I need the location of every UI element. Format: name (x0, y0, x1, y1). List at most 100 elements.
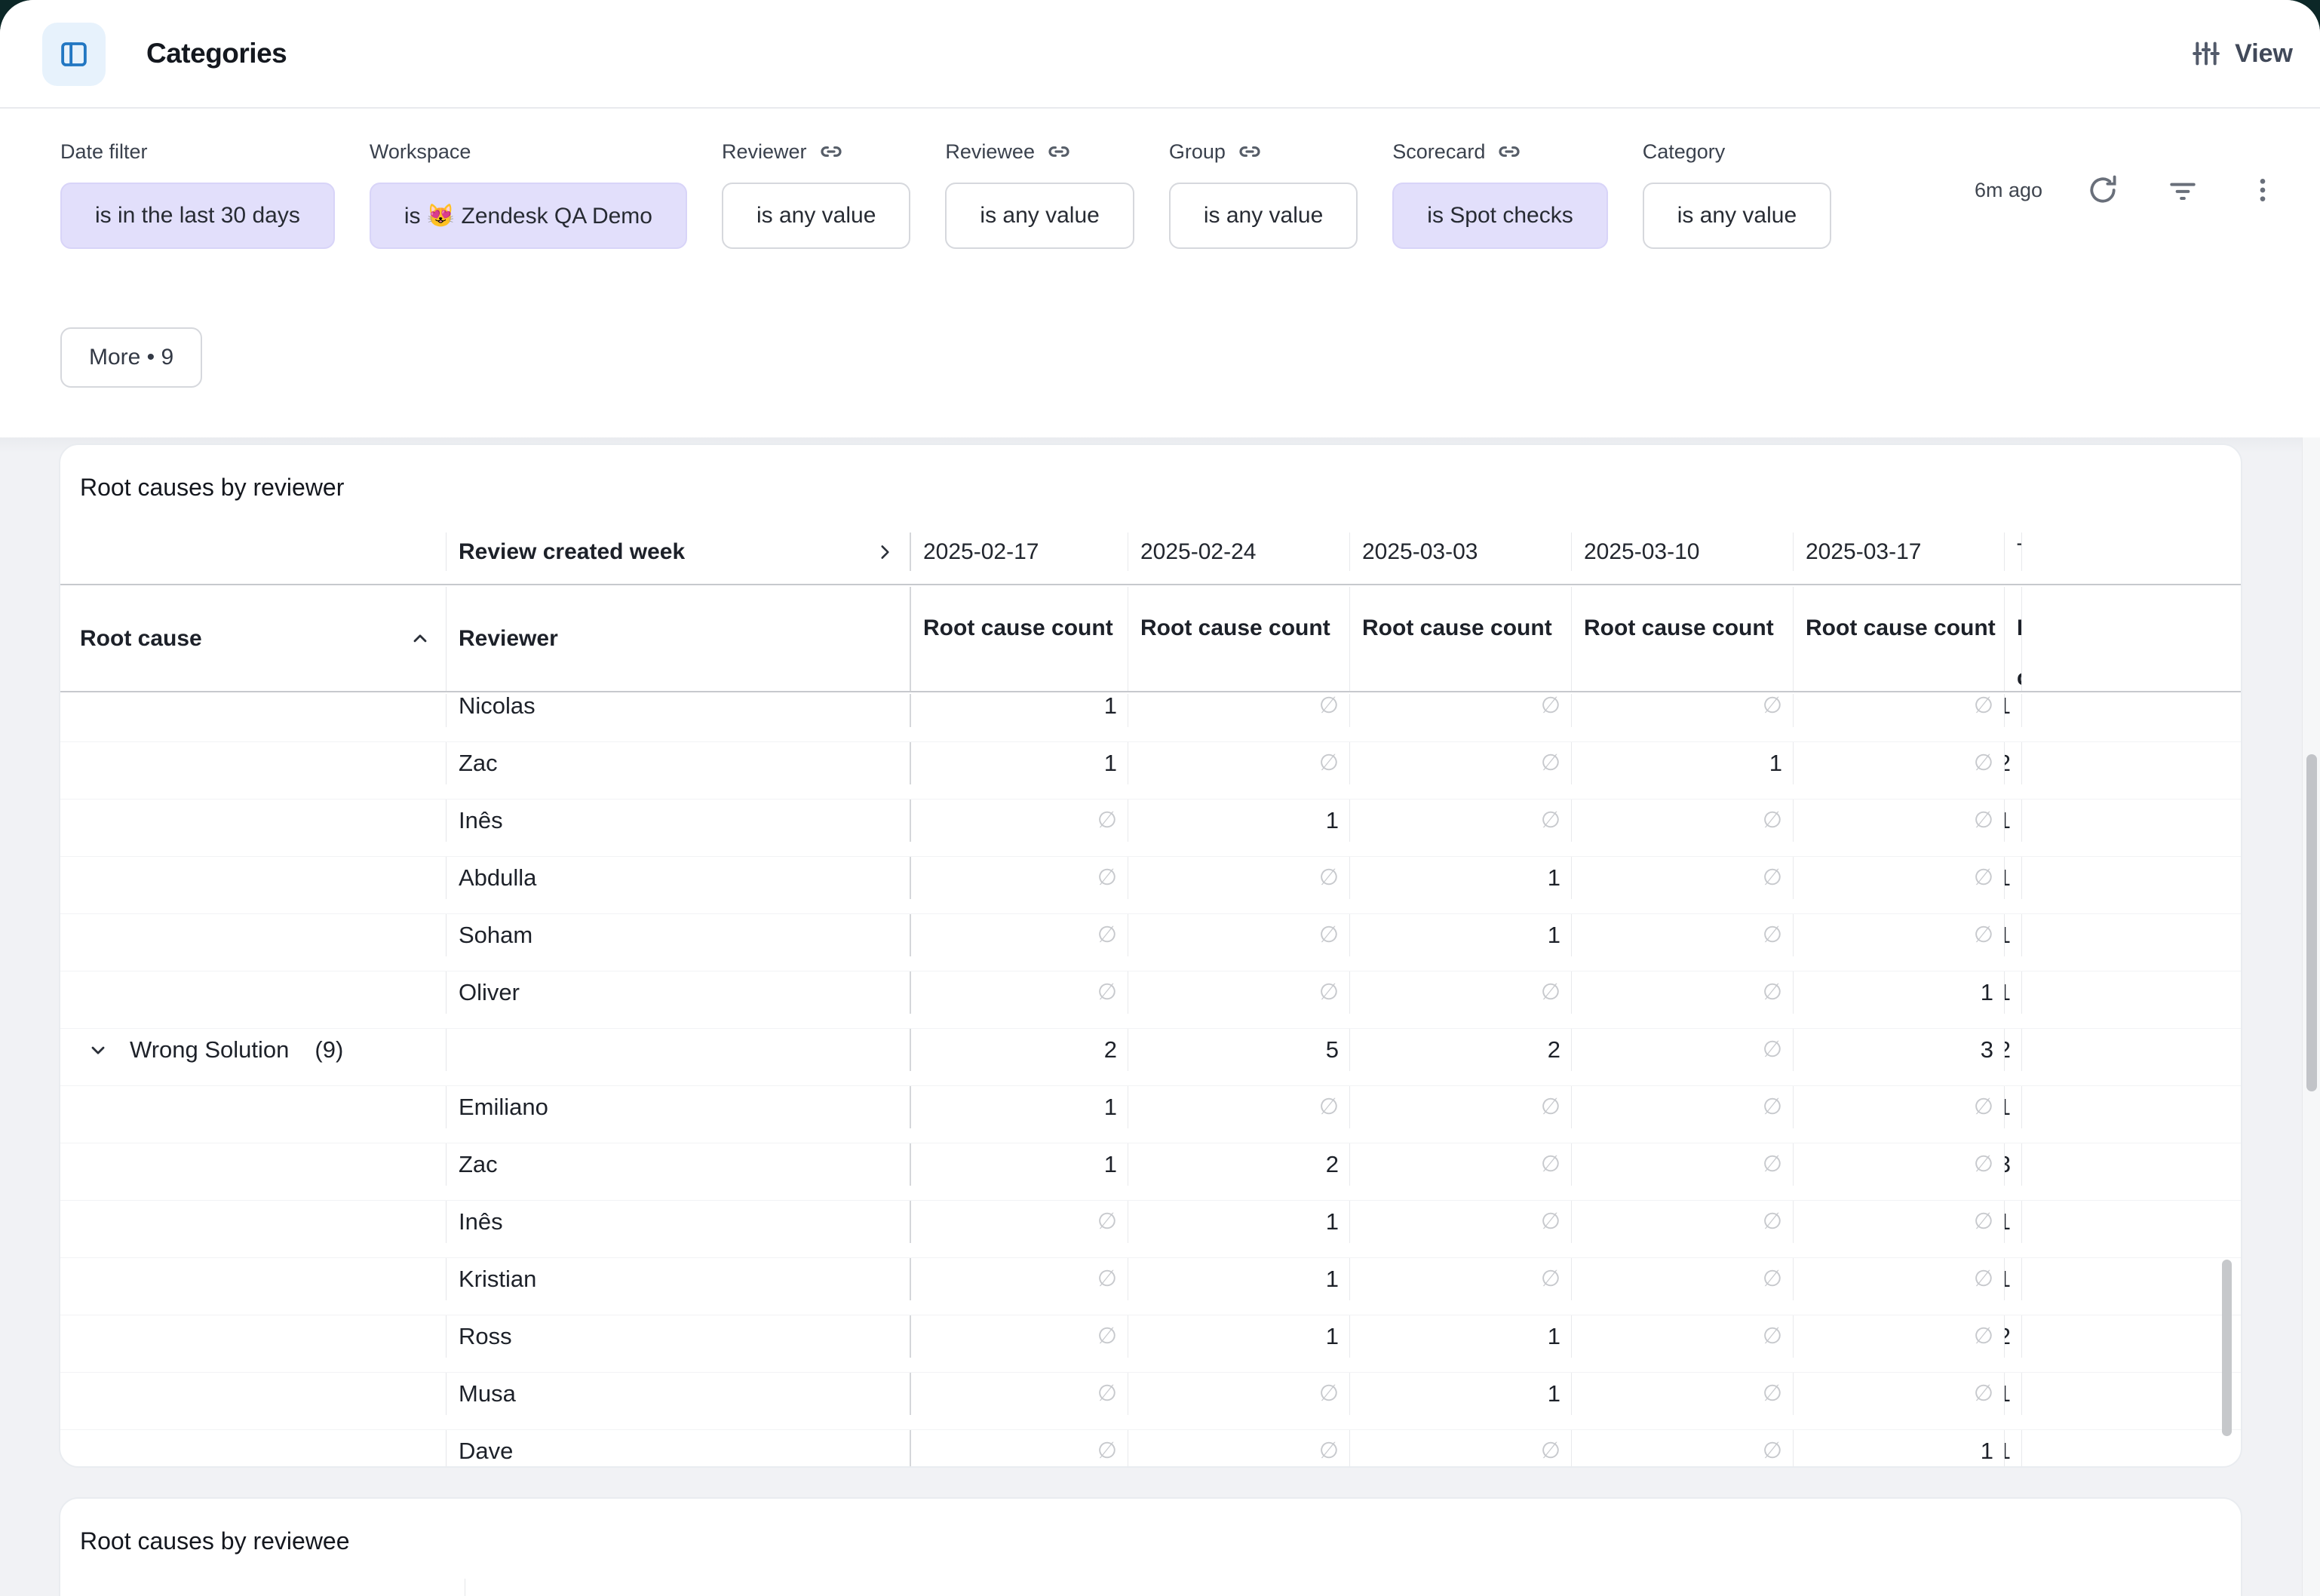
value-cell: 1 (2005, 1430, 2022, 1468)
value-cell: ∅ (1350, 1143, 1572, 1186)
root-cause-cell (60, 694, 447, 727)
value-cell: 1 (911, 694, 1128, 727)
view-button[interactable]: View (2191, 0, 2293, 107)
link-icon[interactable] (1497, 140, 1521, 164)
sidebar-toggle-button[interactable] (42, 23, 106, 86)
value-cell: ∅ (1794, 1373, 2005, 1415)
root-cause-cell (60, 1143, 447, 1186)
value-cell: ∅ (1572, 694, 1794, 727)
value-cell: ∅ (1572, 857, 1794, 899)
value-cell: 3 (2005, 1143, 2022, 1186)
root-causes-by-reviewer-card: Root causes by reviewer Review created w… (59, 444, 2242, 1468)
value-cell: 1 (1350, 1315, 1572, 1358)
column-subheader: Root cause count (1128, 587, 1350, 691)
filter-group: Category is any value (1643, 139, 1831, 249)
scroll-gutter (60, 1014, 447, 1029)
column-subheader: Root cause count (911, 587, 1128, 691)
more-filters-button[interactable]: More • 9 (60, 327, 202, 388)
value-cell: ∅ (1128, 914, 1350, 956)
value-cell: 1 (911, 1086, 1128, 1128)
window-scrollbar-thumb[interactable] (2306, 754, 2317, 1091)
filter-value-pill[interactable]: is Spot checks (1392, 183, 1607, 249)
scroll-gutter (60, 1300, 447, 1315)
filter-value-pill[interactable]: is any value (1169, 183, 1358, 249)
scroll-gutter (60, 956, 447, 971)
table-row: Nicolas1∅∅∅∅1 (60, 694, 2241, 742)
reviewer-column-header[interactable]: Reviewer (447, 587, 911, 691)
table-header-row-groups: Review created week 2025-02-172025-02-24… (60, 533, 2241, 585)
root-causes-by-reviewee-card: Root causes by reviewee (59, 1497, 2242, 1596)
value-cell: 1 (2005, 1373, 2022, 1415)
value-cell: ∅ (911, 1201, 1128, 1243)
value-cell: 1 (1350, 857, 1572, 899)
value-cell: 1 (1128, 800, 1350, 842)
value-cell: 1 (2005, 800, 2022, 842)
column-subheader: Root cause count (2005, 587, 2022, 691)
root-cause-cell (60, 1258, 447, 1300)
scroll-gutter (60, 1243, 447, 1258)
refresh-button[interactable] (2083, 170, 2122, 210)
value-cell: ∅ (1350, 800, 1572, 842)
value-cell: 2 (1128, 1143, 1350, 1186)
chevron-down-icon[interactable] (87, 1039, 109, 1060)
page-title: Categories (146, 0, 287, 107)
link-icon[interactable] (819, 140, 843, 164)
app-window: Categories View Date filter (0, 0, 2320, 1596)
filter-bar: Date filter is in the last 30 days Works… (0, 110, 2320, 437)
value-cell: ∅ (1350, 742, 1572, 784)
filter-value-pill[interactable]: is in the last 30 days (60, 183, 335, 249)
filter-group: Workspace is 😻 Zendesk QA Demo (370, 139, 687, 249)
value-cell: 1 (2005, 1258, 2022, 1300)
column-header-2025-02-17[interactable]: 2025-02-17 (911, 533, 1128, 571)
filter-group: Reviewee is any value (945, 139, 1134, 249)
root-cause-cell[interactable]: Wrong Solution(9) (60, 1029, 447, 1071)
root-cause-cell (60, 1373, 447, 1415)
value-cell: ∅ (1350, 694, 1572, 727)
root-cause-column-header[interactable]: Root cause (60, 587, 447, 691)
root-cause-cell (60, 914, 447, 956)
group-column-header[interactable]: Review created week (447, 533, 911, 571)
value-cell: ∅ (1350, 971, 1572, 1014)
value-cell: ∅ (1128, 742, 1350, 784)
value-cell: 1 (1350, 1373, 1572, 1415)
value-cell: ∅ (911, 1258, 1128, 1300)
reviewer-cell (447, 1029, 911, 1071)
scroll-gutter (60, 784, 447, 800)
filter-label: Group (1169, 140, 1226, 164)
column-header-2025-03-03[interactable]: 2025-03-03 (1350, 533, 1572, 571)
column-header-Total[interactable]: Total (2005, 533, 2022, 571)
value-cell: ∅ (1794, 1258, 2005, 1300)
reviewer-cell: Soham (447, 914, 911, 956)
link-icon[interactable] (1238, 140, 1262, 164)
column-header-2025-02-24[interactable]: 2025-02-24 (1128, 533, 1350, 571)
kebab-menu-icon[interactable] (2243, 170, 2282, 210)
value-cell: ∅ (1572, 1258, 1794, 1300)
window-scrollbar-track[interactable] (2302, 437, 2320, 1596)
scroll-gutter (60, 842, 447, 857)
sort-ascending-icon (410, 628, 431, 649)
link-icon[interactable] (1047, 140, 1071, 164)
value-cell: 2 (2005, 1315, 2022, 1358)
value-cell: 1 (1350, 914, 1572, 956)
value-cell: ∅ (1128, 1430, 1350, 1468)
value-cell: 2 (1350, 1029, 1572, 1071)
filter-lines-icon[interactable] (2163, 170, 2202, 210)
filter-value-pill[interactable]: is any value (945, 183, 1134, 249)
filter-value-pill[interactable]: is any value (722, 183, 910, 249)
value-cell: ∅ (911, 1430, 1128, 1468)
value-cell: ∅ (1572, 1430, 1794, 1468)
value-cell: ∅ (1128, 1373, 1350, 1415)
table-row: Oliver∅∅∅∅11 (60, 971, 2241, 1029)
value-cell: 1 (2005, 1086, 2022, 1128)
value-cell: ∅ (1350, 1258, 1572, 1300)
filter-value-pill[interactable]: is 😻 Zendesk QA Demo (370, 183, 687, 249)
value-cell: ∅ (1128, 694, 1350, 727)
filter-value-pill[interactable]: is any value (1643, 183, 1831, 249)
table-scrollbar-thumb[interactable] (2222, 1260, 2232, 1436)
column-header-2025-03-10[interactable]: 2025-03-10 (1572, 533, 1794, 571)
reviewer-cell: Zac (447, 742, 911, 784)
value-cell: ∅ (911, 800, 1128, 842)
value-cell: 1 (1794, 1430, 2005, 1468)
reviewer-cell: Inês (447, 800, 911, 842)
column-header-2025-03-17[interactable]: 2025-03-17 (1794, 533, 2005, 571)
